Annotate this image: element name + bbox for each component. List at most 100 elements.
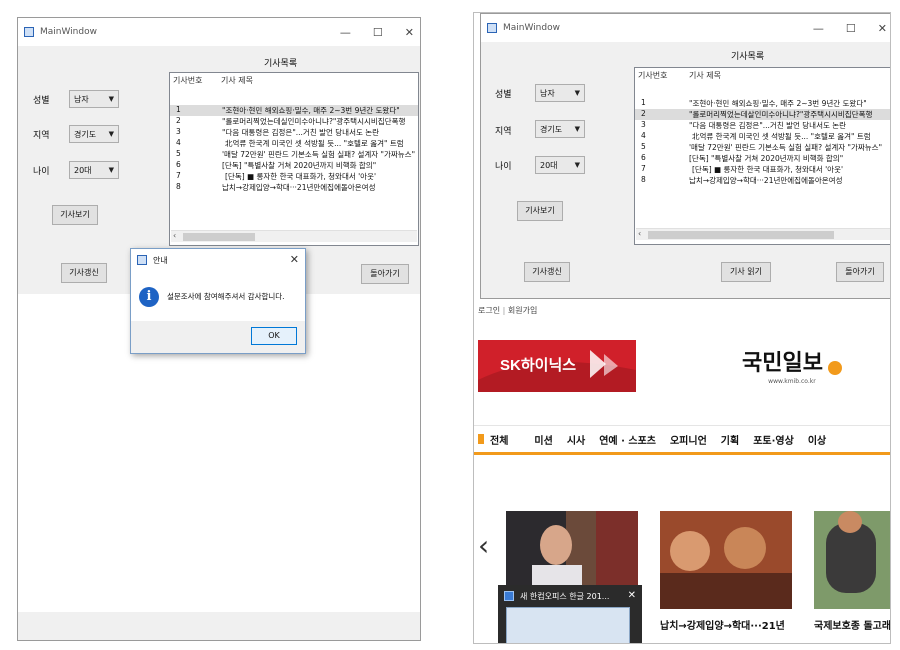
gender-value: 남자 xyxy=(540,89,555,98)
age-select[interactable]: 20대 ▼ xyxy=(69,161,119,179)
list-item[interactable]: 1 "조현아·현민 해외쇼핑·밀수, 매주 2~3번 9년간 도왔다" xyxy=(635,98,890,109)
taskbar-preview-thumbnail xyxy=(506,607,630,643)
list-item[interactable]: 4 北억류 한국계 미국인 셋 석방될 듯... "호텔로 옮겨" 트럼 xyxy=(170,138,418,149)
list-item[interactable]: 8 납치→강제입양→학대···21년만에집에돌아온여성 xyxy=(635,175,890,186)
region-select[interactable]: 경기도 ▼ xyxy=(69,125,119,143)
scrollbar-thumb[interactable] xyxy=(183,233,255,241)
logo-text: 국민일보 xyxy=(742,350,823,376)
article-list[interactable]: 기사번호 기사 제목 1 "조현아·현민 해외쇼핑·밀수, 매주 2~3번 9년간… xyxy=(634,67,890,245)
nav-item-more[interactable]: 이상 xyxy=(808,432,826,447)
nav-item-planning[interactable]: 기획 xyxy=(721,432,739,447)
list-column-header: 기사번호 기사 제목 xyxy=(170,73,418,87)
news-caption-2[interactable]: 납치→강제입양→학대···21년 xyxy=(660,617,785,632)
column-title[interactable]: 기사 제목 xyxy=(221,75,253,86)
news-photo-2[interactable] xyxy=(660,511,792,609)
login-link[interactable]: 로그인 xyxy=(478,306,500,315)
news-photo-3[interactable] xyxy=(814,511,890,609)
dialog-footer: OK xyxy=(131,321,305,353)
horizontal-scrollbar[interactable]: ‹ xyxy=(171,230,417,242)
gender-label: 성별 xyxy=(33,96,50,106)
chevron-down-icon: ▼ xyxy=(108,95,114,103)
list-item[interactable]: 5 '매달 72만원' 핀란드 기본소득 실험 실패? 설계자 "가짜뉴스" xyxy=(635,142,890,153)
list-item[interactable]: 3 "다음 대통령은 김정은"...거친 발언 당내서도 논란 xyxy=(635,120,890,131)
left-title-bar[interactable]: MainWindow — ☐ ✕ xyxy=(18,18,420,46)
chevron-down-icon: ▼ xyxy=(108,166,114,174)
close-icon[interactable]: ✕ xyxy=(878,22,887,35)
list-item[interactable]: 4 北억류 한국계 미국인 셋 석방될 듯... "호텔로 옮겨" 트럼 xyxy=(635,131,890,142)
nav-item-entertainment-sports[interactable]: 연예 · 스포츠 xyxy=(599,432,656,447)
scroll-left-icon[interactable]: ‹ xyxy=(173,231,176,240)
minimize-icon[interactable]: — xyxy=(340,26,351,39)
carousel-prev-icon[interactable]: ‹ xyxy=(478,529,489,562)
list-item[interactable]: 2 "롤로머리찍었는데실인미수아니냐?"광주택시시비집단폭행 xyxy=(170,116,418,127)
gender-select[interactable]: 남자 ▼ xyxy=(535,84,585,102)
region-value: 경기도 xyxy=(540,125,563,134)
close-icon[interactable]: ✕ xyxy=(405,26,414,39)
list-item[interactable]: 3 "다음 대통령은 김정은"...거친 발언 당내서도 논란 xyxy=(170,127,418,138)
news-caption-3[interactable]: 국제보호종 돌고래 xyxy=(814,617,890,632)
scrollbar-thumb[interactable] xyxy=(648,231,834,239)
column-title[interactable]: 기사 제목 xyxy=(689,70,721,81)
article-list[interactable]: 기사번호 기사 제목 1 "조현아·현민 해외쇼핑·밀수, 매주 2~3번 9년간… xyxy=(169,72,419,246)
gender-value: 남자 xyxy=(74,95,89,104)
login-bar: 로그인 | 회원가입 xyxy=(478,306,538,315)
ad-banner[interactable]: SK하이닉스 xyxy=(478,340,636,392)
maximize-icon[interactable]: ☐ xyxy=(846,22,856,35)
list-item[interactable]: 2 "롤로머리찍었는데살인미수아니냐?"광주택시시비집단폭행 xyxy=(635,109,890,120)
gender-select[interactable]: 남자 ▼ xyxy=(69,90,119,108)
taskbar-preview[interactable]: 새 한컴오피스 한글 201... ✕ xyxy=(498,585,642,643)
list-item[interactable]: 7 [단독] ■ 롱자한 한국 대표화가, 청와대서 '아웃' xyxy=(170,171,418,182)
logo-circle-icon xyxy=(827,360,842,375)
list-header: 기사목록 xyxy=(731,52,765,62)
update-articles-button[interactable]: 기사갱신 xyxy=(61,263,107,283)
nav-item-photo-video[interactable]: 포토·영상 xyxy=(753,432,794,447)
view-article-button[interactable]: 기사보기 xyxy=(52,205,98,225)
ad-text: SK하이닉스 xyxy=(500,357,577,374)
age-label: 나이 xyxy=(495,162,512,172)
list-item[interactable]: 1 "조현아·현민 해외쇼핑·밀수, 매주 2~3번 9년간 도왔다" xyxy=(170,105,418,116)
app-window-icon xyxy=(24,27,34,37)
right-title-bar[interactable]: MainWindow — ☐ ✕ xyxy=(481,14,890,42)
region-label: 지역 xyxy=(33,131,50,141)
app-window-icon xyxy=(137,255,147,265)
scroll-left-icon[interactable]: ‹ xyxy=(638,229,641,238)
list-item[interactable]: 7 [단독] ■ 롱자한 한국 대표화가, 청와대서 '아웃' xyxy=(635,164,890,175)
taskbar-popup-title: 새 한컴오피스 한글 201... xyxy=(520,592,610,601)
age-select[interactable]: 20대 ▼ xyxy=(535,156,585,174)
list-item[interactable]: 6 [단독] "특별사찰 거쳐 2020년까지 비핵화 합의" xyxy=(170,160,418,171)
age-label: 나이 xyxy=(33,167,50,177)
region-select[interactable]: 경기도 ▼ xyxy=(535,120,585,138)
site-logo[interactable]: 국민일보 www.kmib.co.kr xyxy=(742,345,842,385)
info-dialog: 안내 ✕ i 설문조사에 참여해주셔서 감사합니다. OK xyxy=(130,248,306,354)
nav-item-opinion[interactable]: 오피니언 xyxy=(670,432,707,447)
menu-bar-icon[interactable] xyxy=(478,434,484,444)
list-column-header: 기사번호 기사 제목 xyxy=(635,68,890,82)
maximize-icon[interactable]: ☐ xyxy=(373,26,383,39)
ok-button[interactable]: OK xyxy=(251,327,297,345)
read-article-button[interactable]: 기사 읽기 xyxy=(721,262,771,282)
view-article-button[interactable]: 기사보기 xyxy=(517,201,563,221)
back-button[interactable]: 돌아가기 xyxy=(361,264,409,284)
app-window-icon xyxy=(487,23,497,33)
horizontal-scrollbar[interactable]: ‹ xyxy=(636,228,890,240)
dialog-title: 안내 xyxy=(153,255,168,265)
close-icon[interactable]: ✕ xyxy=(290,253,299,266)
minimize-icon[interactable]: — xyxy=(813,22,824,35)
nav-item-all[interactable]: 전체 xyxy=(490,432,508,447)
column-number[interactable]: 기사번호 xyxy=(638,70,667,81)
right-panel: MainWindow — ☐ ✕ 기사목록 성별 남자 ▼ 지역 경기도 ▼ 나… xyxy=(473,12,891,644)
update-articles-button[interactable]: 기사갱신 xyxy=(524,262,570,282)
list-item[interactable]: 8 납치→강제입양→학대···21년만에집에돌아온여성 xyxy=(170,182,418,193)
column-number[interactable]: 기사번호 xyxy=(173,75,202,86)
nav-item-mission[interactable]: 미션 xyxy=(534,432,552,447)
signup-link[interactable]: 회원가입 xyxy=(508,306,537,315)
list-item[interactable]: 5 '매달 72만원' 핀란드 기본소득 실험 실패? 설계자 "가짜뉴스" xyxy=(170,149,418,160)
right-window-title: MainWindow xyxy=(503,23,560,33)
close-icon[interactable]: ✕ xyxy=(628,590,636,601)
nav-item-current-affairs[interactable]: 시사 xyxy=(567,432,585,447)
dialog-title-bar[interactable]: 안내 xyxy=(131,249,305,271)
dialog-message: 설문조사에 참여해주셔서 감사합니다. xyxy=(167,292,285,301)
chevron-down-icon: ▼ xyxy=(574,161,580,169)
back-button[interactable]: 돌아가기 xyxy=(836,262,884,282)
list-item[interactable]: 6 [단독] "특별사찰 거쳐 2020년까지 비핵화 합의" xyxy=(635,153,890,164)
